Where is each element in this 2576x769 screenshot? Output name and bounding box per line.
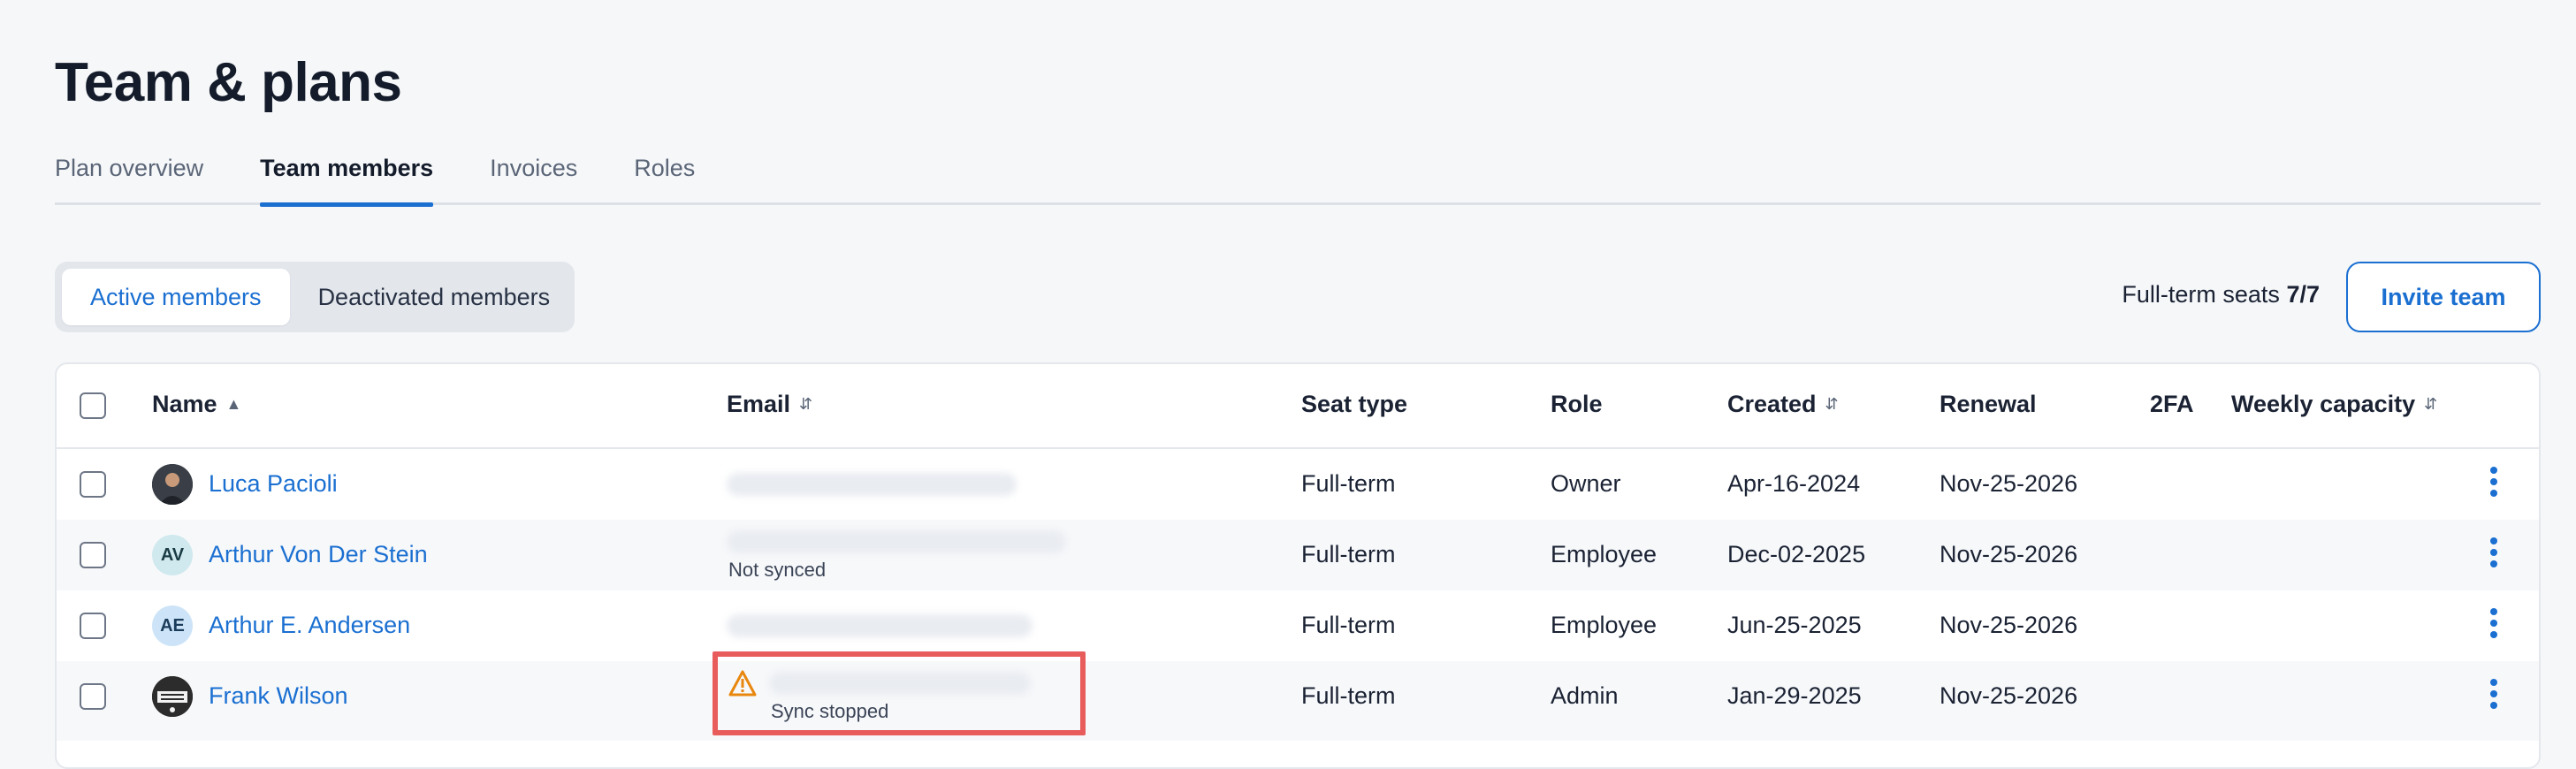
column-header-name[interactable]: Name ▲ bbox=[152, 391, 241, 418]
members-table: Name ▲ Email ⇵ Seat type Role Created ⇵ … bbox=[55, 362, 2541, 769]
row-checkbox[interactable] bbox=[80, 613, 106, 639]
table-header: Name ▲ Email ⇵ Seat type Role Created ⇵ … bbox=[57, 364, 2539, 449]
seats-label: Full-term seats bbox=[2122, 281, 2280, 308]
seat-type: Full-term bbox=[1301, 612, 1396, 638]
renewal-date: Nov-25-2026 bbox=[1940, 470, 2078, 497]
role: Employee bbox=[1551, 612, 1658, 638]
table-row[interactable]: Frank Wilson Sync stopped Full-term Admi… bbox=[57, 661, 2539, 741]
tab-plan-overview[interactable]: Plan overview bbox=[55, 152, 203, 202]
table-row[interactable]: Luca Pacioli Full-term Owner Apr-16-2024… bbox=[57, 449, 2539, 520]
renewal-date: Nov-25-2026 bbox=[1940, 541, 2078, 567]
column-header-weekly-capacity[interactable]: Weekly capacity ⇵ bbox=[2231, 391, 2437, 418]
column-label: Created bbox=[1727, 391, 1817, 417]
column-label: Name bbox=[152, 391, 217, 417]
select-all-checkbox[interactable] bbox=[80, 392, 106, 419]
tab-invoices[interactable]: Invoices bbox=[490, 152, 577, 202]
seats-summary: Full-term seats 7/7 bbox=[2122, 281, 2320, 308]
row-checkbox[interactable] bbox=[80, 683, 106, 710]
more-vertical-icon[interactable] bbox=[2489, 679, 2498, 714]
row-checkbox[interactable] bbox=[80, 471, 106, 498]
column-header-seat-type: Seat type bbox=[1301, 391, 1407, 418]
renewal-date: Nov-25-2026 bbox=[1940, 612, 2078, 638]
member-name-link[interactable]: Arthur E. Andersen bbox=[209, 612, 410, 639]
table-row[interactable]: AE Arthur E. Andersen Full-term Employee… bbox=[57, 590, 2539, 661]
more-vertical-icon[interactable] bbox=[2489, 467, 2498, 502]
member-name-link[interactable]: Luca Pacioli bbox=[209, 470, 338, 498]
email-sync-status: Not synced bbox=[728, 559, 827, 581]
column-label: Seat type bbox=[1301, 391, 1408, 417]
blurred-email bbox=[727, 530, 1066, 553]
column-header-created[interactable]: Created ⇵ bbox=[1727, 391, 1839, 418]
member-name-link[interactable]: Arthur Von Der Stein bbox=[209, 541, 428, 568]
tab-roles[interactable]: Roles bbox=[634, 152, 695, 202]
created-date: Dec-02-2025 bbox=[1727, 541, 1866, 567]
role: Owner bbox=[1551, 470, 1621, 497]
seat-type: Full-term bbox=[1301, 470, 1396, 497]
avatar: AE bbox=[152, 605, 193, 646]
column-label: Renewal bbox=[1940, 391, 2037, 417]
renewal-date: Nov-25-2026 bbox=[1940, 682, 2078, 709]
created-date: Jan-29-2025 bbox=[1727, 682, 1862, 709]
role: Admin bbox=[1551, 682, 1619, 709]
avatar bbox=[152, 464, 193, 505]
column-label: 2FA bbox=[2150, 391, 2194, 417]
table-row[interactable]: AV Arthur Von Der Stein Not synced Full-… bbox=[57, 520, 2539, 590]
sort-icon: ⇵ bbox=[2424, 395, 2438, 413]
row-checkbox[interactable] bbox=[80, 542, 106, 568]
more-vertical-icon[interactable] bbox=[2489, 537, 2498, 573]
created-date: Apr-16-2024 bbox=[1727, 470, 1861, 497]
column-header-renewal: Renewal bbox=[1940, 391, 2037, 418]
role: Employee bbox=[1551, 541, 1658, 567]
seat-type: Full-term bbox=[1301, 682, 1396, 709]
tab-bar: Plan overview Team members Invoices Role… bbox=[55, 152, 2541, 207]
page-title: Team & plans bbox=[55, 52, 402, 113]
sort-icon: ⇵ bbox=[799, 395, 813, 413]
warning-triangle-icon bbox=[728, 670, 757, 697]
active-members-option[interactable]: Active members bbox=[62, 269, 290, 325]
column-header-email[interactable]: Email ⇵ bbox=[727, 391, 812, 418]
avatar: AV bbox=[152, 535, 193, 575]
created-date: Jun-25-2025 bbox=[1727, 612, 1862, 638]
avatar bbox=[152, 676, 193, 717]
member-name-link[interactable]: Frank Wilson bbox=[209, 682, 348, 710]
more-vertical-icon[interactable] bbox=[2489, 608, 2498, 643]
column-label: Role bbox=[1551, 391, 1603, 417]
invite-team-button[interactable]: Invite team bbox=[2346, 262, 2541, 332]
blurred-email bbox=[727, 473, 1017, 496]
column-label: Weekly capacity bbox=[2231, 391, 2416, 417]
seats-value: 7/7 bbox=[2286, 281, 2320, 308]
deactivated-members-option[interactable]: Deactivated members bbox=[290, 269, 579, 325]
column-label: Email bbox=[727, 391, 791, 417]
blurred-email bbox=[769, 672, 1031, 695]
column-header-2fa: 2FA bbox=[2150, 391, 2194, 418]
blurred-email bbox=[727, 614, 1033, 637]
member-filter-toggle: Active members Deactivated members bbox=[55, 262, 575, 332]
column-header-role: Role bbox=[1551, 391, 1603, 418]
tab-team-members[interactable]: Team members bbox=[260, 152, 434, 207]
seat-type: Full-term bbox=[1301, 541, 1396, 567]
sort-icon: ⇵ bbox=[1825, 395, 1839, 413]
sort-ascending-icon: ▲ bbox=[225, 395, 242, 413]
email-sync-status: Sync stopped bbox=[771, 700, 889, 722]
